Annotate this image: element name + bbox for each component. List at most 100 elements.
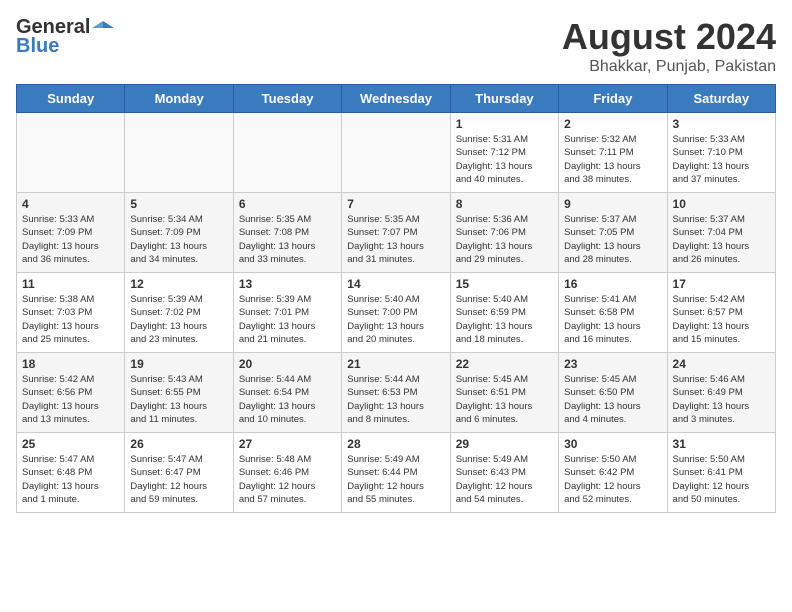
calendar-weekday-friday: Friday	[559, 85, 667, 113]
day-info: Sunrise: 5:44 AM Sunset: 6:54 PM Dayligh…	[239, 373, 336, 426]
day-info: Sunrise: 5:38 AM Sunset: 7:03 PM Dayligh…	[22, 293, 119, 346]
day-info: Sunrise: 5:50 AM Sunset: 6:42 PM Dayligh…	[564, 453, 661, 506]
calendar-cell: 8 Sunrise: 5:36 AM Sunset: 7:06 PM Daylig…	[450, 193, 558, 273]
calendar-week-1: 1 Sunrise: 5:31 AM Sunset: 7:12 PM Daylig…	[17, 113, 776, 193]
calendar-cell	[233, 113, 341, 193]
calendar-cell: 27 Sunrise: 5:48 AM Sunset: 6:46 PM Dayli…	[233, 433, 341, 513]
day-number: 3	[673, 117, 770, 131]
day-info: Sunrise: 5:40 AM Sunset: 6:59 PM Dayligh…	[456, 293, 553, 346]
day-info: Sunrise: 5:35 AM Sunset: 7:07 PM Dayligh…	[347, 213, 444, 266]
day-info: Sunrise: 5:43 AM Sunset: 6:55 PM Dayligh…	[130, 373, 227, 426]
day-number: 12	[130, 277, 227, 291]
logo-bird-icon	[92, 17, 114, 39]
day-info: Sunrise: 5:36 AM Sunset: 7:06 PM Dayligh…	[456, 213, 553, 266]
day-info: Sunrise: 5:37 AM Sunset: 7:04 PM Dayligh…	[673, 213, 770, 266]
calendar-week-2: 4 Sunrise: 5:33 AM Sunset: 7:09 PM Daylig…	[17, 193, 776, 273]
day-number: 25	[22, 437, 119, 451]
calendar-weekday-tuesday: Tuesday	[233, 85, 341, 113]
calendar-cell: 15 Sunrise: 5:40 AM Sunset: 6:59 PM Dayli…	[450, 273, 558, 353]
location-subtitle: Bhakkar, Punjab, Pakistan	[562, 58, 776, 76]
calendar-cell: 26 Sunrise: 5:47 AM Sunset: 6:47 PM Dayli…	[125, 433, 233, 513]
day-info: Sunrise: 5:39 AM Sunset: 7:01 PM Dayligh…	[239, 293, 336, 346]
day-info: Sunrise: 5:37 AM Sunset: 7:05 PM Dayligh…	[564, 213, 661, 266]
calendar-cell: 3 Sunrise: 5:33 AM Sunset: 7:10 PM Daylig…	[667, 113, 775, 193]
calendar-header-row: SundayMondayTuesdayWednesdayThursdayFrid…	[17, 85, 776, 113]
day-number: 15	[456, 277, 553, 291]
day-number: 7	[347, 197, 444, 211]
calendar-cell: 9 Sunrise: 5:37 AM Sunset: 7:05 PM Daylig…	[559, 193, 667, 273]
calendar-cell: 7 Sunrise: 5:35 AM Sunset: 7:07 PM Daylig…	[342, 193, 450, 273]
calendar-cell: 25 Sunrise: 5:47 AM Sunset: 6:48 PM Dayli…	[17, 433, 125, 513]
calendar-cell: 2 Sunrise: 5:32 AM Sunset: 7:11 PM Daylig…	[559, 113, 667, 193]
day-info: Sunrise: 5:32 AM Sunset: 7:11 PM Dayligh…	[564, 133, 661, 186]
calendar-cell: 1 Sunrise: 5:31 AM Sunset: 7:12 PM Daylig…	[450, 113, 558, 193]
calendar-cell: 19Sunrise: 5:43 AM Sunset: 6:55 PM Dayli…	[125, 353, 233, 433]
day-info: Sunrise: 5:49 AM Sunset: 6:44 PM Dayligh…	[347, 453, 444, 506]
calendar-cell	[17, 113, 125, 193]
day-info: Sunrise: 5:33 AM Sunset: 7:09 PM Dayligh…	[22, 213, 119, 266]
day-info: Sunrise: 5:34 AM Sunset: 7:09 PM Dayligh…	[130, 213, 227, 266]
day-info: Sunrise: 5:45 AM Sunset: 6:51 PM Dayligh…	[456, 373, 553, 426]
day-number: 18	[22, 357, 119, 371]
day-number: 31	[673, 437, 770, 451]
day-info: Sunrise: 5:44 AM Sunset: 6:53 PM Dayligh…	[347, 373, 444, 426]
day-number: 14	[347, 277, 444, 291]
day-info: Sunrise: 5:35 AM Sunset: 7:08 PM Dayligh…	[239, 213, 336, 266]
day-info: Sunrise: 5:50 AM Sunset: 6:41 PM Dayligh…	[673, 453, 770, 506]
calendar-cell: 30 Sunrise: 5:50 AM Sunset: 6:42 PM Dayli…	[559, 433, 667, 513]
day-info: Sunrise: 5:49 AM Sunset: 6:43 PM Dayligh…	[456, 453, 553, 506]
day-number: 30	[564, 437, 661, 451]
day-info: Sunrise: 5:42 AM Sunset: 6:56 PM Dayligh…	[22, 373, 119, 426]
day-number: 1	[456, 117, 553, 131]
day-number: 9	[564, 197, 661, 211]
day-info: Sunrise: 5:33 AM Sunset: 7:10 PM Dayligh…	[673, 133, 770, 186]
day-number: 6	[239, 197, 336, 211]
calendar-cell	[342, 113, 450, 193]
day-info: Sunrise: 5:48 AM Sunset: 6:46 PM Dayligh…	[239, 453, 336, 506]
calendar-week-4: 18 Sunrise: 5:42 AM Sunset: 6:56 PM Dayli…	[17, 353, 776, 433]
calendar-cell: 10Sunrise: 5:37 AM Sunset: 7:04 PM Dayli…	[667, 193, 775, 273]
day-number: 2	[564, 117, 661, 131]
day-info: Sunrise: 5:31 AM Sunset: 7:12 PM Dayligh…	[456, 133, 553, 186]
calendar-cell: 13 Sunrise: 5:39 AM Sunset: 7:01 PM Dayli…	[233, 273, 341, 353]
calendar-weekday-monday: Monday	[125, 85, 233, 113]
day-info: Sunrise: 5:46 AM Sunset: 6:49 PM Dayligh…	[673, 373, 770, 426]
day-info: Sunrise: 5:47 AM Sunset: 6:48 PM Dayligh…	[22, 453, 119, 506]
logo-blue-text: Blue	[16, 35, 59, 58]
day-info: Sunrise: 5:41 AM Sunset: 6:58 PM Dayligh…	[564, 293, 661, 346]
calendar-table: SundayMondayTuesdayWednesdayThursdayFrid…	[16, 84, 776, 513]
day-number: 26	[130, 437, 227, 451]
day-number: 11	[22, 277, 119, 291]
calendar-cell: 6 Sunrise: 5:35 AM Sunset: 7:08 PM Daylig…	[233, 193, 341, 273]
day-number: 16	[564, 277, 661, 291]
calendar-cell: 23Sunrise: 5:45 AM Sunset: 6:50 PM Dayli…	[559, 353, 667, 433]
calendar-cell: 4 Sunrise: 5:33 AM Sunset: 7:09 PM Daylig…	[17, 193, 125, 273]
calendar-cell: 22 Sunrise: 5:45 AM Sunset: 6:51 PM Dayli…	[450, 353, 558, 433]
day-number: 27	[239, 437, 336, 451]
day-number: 21	[347, 357, 444, 371]
day-number: 24	[673, 357, 770, 371]
day-number: 8	[456, 197, 553, 211]
calendar-weekday-sunday: Sunday	[17, 85, 125, 113]
calendar-cell: 31 Sunrise: 5:50 AM Sunset: 6:41 PM Dayli…	[667, 433, 775, 513]
header: General Blue August 2024 Bhakkar, Punjab…	[16, 16, 776, 76]
day-number: 22	[456, 357, 553, 371]
calendar-week-3: 11 Sunrise: 5:38 AM Sunset: 7:03 PM Dayli…	[17, 273, 776, 353]
month-title: August 2024	[562, 16, 776, 58]
day-info: Sunrise: 5:47 AM Sunset: 6:47 PM Dayligh…	[130, 453, 227, 506]
day-number: 20	[239, 357, 336, 371]
calendar-weekday-wednesday: Wednesday	[342, 85, 450, 113]
day-number: 17	[673, 277, 770, 291]
day-number: 23	[564, 357, 661, 371]
day-number: 29	[456, 437, 553, 451]
calendar-cell: 17Sunrise: 5:42 AM Sunset: 6:57 PM Dayli…	[667, 273, 775, 353]
day-number: 4	[22, 197, 119, 211]
title-area: August 2024 Bhakkar, Punjab, Pakistan	[562, 16, 776, 76]
calendar-cell: 24 Sunrise: 5:46 AM Sunset: 6:49 PM Dayli…	[667, 353, 775, 433]
calendar-cell: 20 Sunrise: 5:44 AM Sunset: 6:54 PM Dayli…	[233, 353, 341, 433]
calendar-cell: 29 Sunrise: 5:49 AM Sunset: 6:43 PM Dayli…	[450, 433, 558, 513]
day-info: Sunrise: 5:40 AM Sunset: 7:00 PM Dayligh…	[347, 293, 444, 346]
calendar-cell: 16 Sunrise: 5:41 AM Sunset: 6:58 PM Dayli…	[559, 273, 667, 353]
calendar-cell: 21 Sunrise: 5:44 AM Sunset: 6:53 PM Dayli…	[342, 353, 450, 433]
day-number: 13	[239, 277, 336, 291]
